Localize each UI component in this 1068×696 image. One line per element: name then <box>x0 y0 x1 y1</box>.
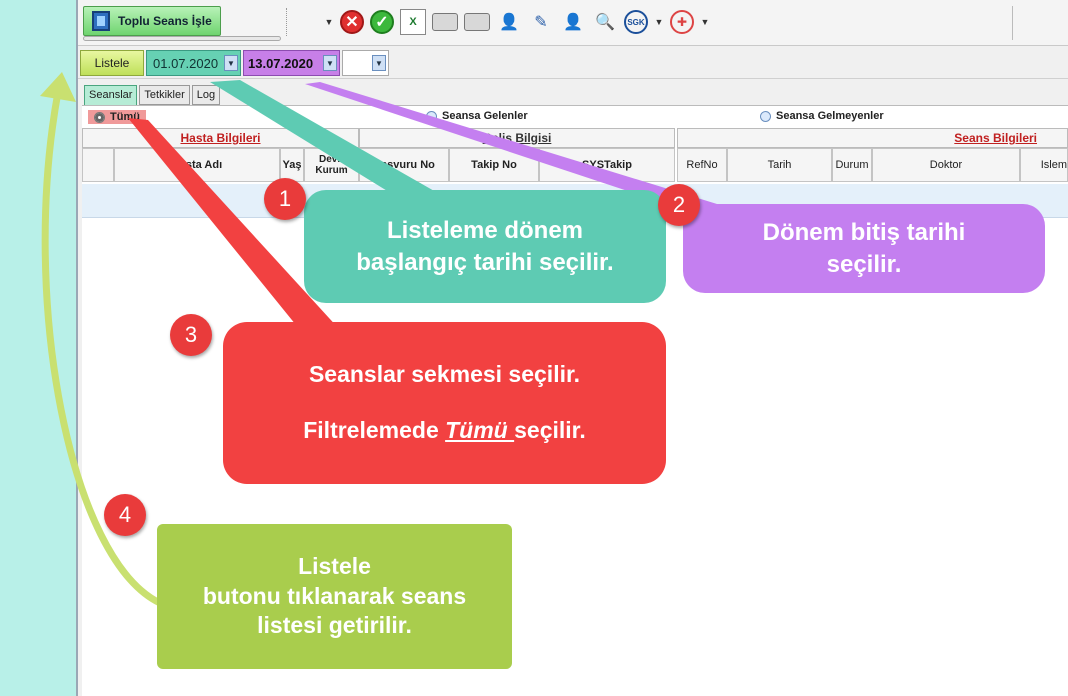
chevron-down-icon[interactable]: ▼ <box>224 55 238 71</box>
printer-icon-2[interactable] <box>464 13 490 31</box>
chevron-down-icon[interactable]: ▼ <box>372 55 386 71</box>
radio-gelenler-label: Seansa Gelenler <box>442 110 528 122</box>
chevron-down-icon[interactable]: ▼ <box>323 55 337 71</box>
col-hasta-adi[interactable]: Hasta Adı <box>114 148 280 182</box>
group-gelis: Geliş Bilgisi <box>359 128 675 148</box>
callout-end-date-line2: seçilir. <box>826 250 902 278</box>
callout-end-date-line1: Dönem bitiş tarihi <box>762 219 966 247</box>
toolbar-grip <box>286 8 287 36</box>
toolbar: Toplu Seans İşle ▼ ✕ ✓ X 👤 ✎ 👤 🔍 SGK ▼ ✚… <box>78 0 1068 46</box>
radio-gelenler[interactable]: Seansa Gelenler <box>426 110 528 122</box>
callout-start-date-text: Listeleme dönem başlangıç tarihi seçilir… <box>356 217 614 276</box>
printer-icon[interactable] <box>432 13 458 31</box>
col-systakip[interactable]: SYSTakip <box>539 148 675 182</box>
grid-header: Hasta Bilgileri Geliş Bilgisi Seans Bilg… <box>82 128 1068 184</box>
caret-down-icon[interactable]: ▼ <box>324 9 334 35</box>
callout-end-date: Dönem bitiş tarihi seçilir. <box>683 204 1045 293</box>
radio-gelmeyenler-label: Seansa Gelmeyenler <box>776 110 884 122</box>
col-islem[interactable]: Islem <box>1020 148 1068 182</box>
ministry-icon[interactable]: ✚ <box>670 10 694 34</box>
group-hasta: Hasta Bilgileri <box>82 128 359 148</box>
caret-down-icon-2[interactable]: ▼ <box>654 9 664 35</box>
excel-icon[interactable]: X <box>400 9 426 35</box>
group-seans: Seans Bilgileri <box>677 128 1068 148</box>
col-tarih[interactable]: Tarih <box>727 148 832 182</box>
caret-down-icon-3[interactable]: ▼ <box>700 9 710 35</box>
start-date-picker[interactable]: 01.07.2020 ▼ <box>146 50 241 76</box>
check-icon[interactable]: ✓ <box>370 10 394 34</box>
tab-seanslar[interactable]: Seanslar <box>84 85 138 106</box>
radio-tumu[interactable]: Tümü <box>88 110 146 124</box>
end-date-value: 13.07.2020 <box>248 56 314 71</box>
callout-listele-line3: listesi getirilir. <box>257 612 412 639</box>
radio-gelmeyenler[interactable]: Seansa Gelmeyenler <box>760 110 884 122</box>
start-date-value: 01.07.2020 <box>153 56 219 71</box>
tab-tetkikler[interactable]: Tetkikler <box>139 85 190 105</box>
callout-listele: Listele butonu tıklanarak seans listesi … <box>157 524 512 669</box>
user-search-icon[interactable]: 🔍 <box>592 9 618 35</box>
radio-dot <box>94 111 105 123</box>
col-takip-no[interactable]: Takip No <box>449 148 539 182</box>
tab-strip: Seanslar Tetkikler Log <box>84 85 221 106</box>
callout-seanslar-line1: Seanslar sekmesi seçilir. <box>308 361 581 388</box>
callout-listele-line1: Listele <box>298 552 371 579</box>
radio-tumu-label: Tümü <box>110 111 140 123</box>
toolbar-icons: ▼ ✕ ✓ X 👤 ✎ 👤 🔍 SGK ▼ ✚ ▼ <box>324 9 710 35</box>
callout-seanslar: Seanslar sekmesi seçilir. Filtrelemede T… <box>223 322 666 484</box>
col-doktor[interactable]: Doktor <box>872 148 1020 182</box>
radio-dot <box>426 110 437 122</box>
left-strip <box>0 0 76 696</box>
toplu-seans-button[interactable]: Toplu Seans İşle <box>83 6 221 36</box>
col-select[interactable] <box>82 148 114 182</box>
user-info-icon[interactable]: 👤 <box>496 9 522 35</box>
step-badge-2: 2 <box>658 184 700 226</box>
col-basvuru-no[interactable]: Başvuru No <box>359 148 449 182</box>
sgk-icon[interactable]: SGK <box>624 10 648 34</box>
callout-seanslar-post: seçilir. <box>514 417 586 443</box>
step-badge-3: 3 <box>170 314 212 356</box>
callout-start-date: Listeleme dönem başlangıç tarihi seçilir… <box>304 190 666 303</box>
toplu-progress <box>83 36 281 41</box>
col-devir-kurum[interactable]: Devir Kurum <box>304 148 359 182</box>
tab-log[interactable]: Log <box>191 85 221 105</box>
toplu-seans-label: Toplu Seans İşle <box>118 14 212 28</box>
step-badge-1: 1 <box>264 178 306 220</box>
col-durum[interactable]: Durum <box>832 148 872 182</box>
edit-icon[interactable]: ✎ <box>528 9 554 35</box>
col-refno[interactable]: RefNo <box>677 148 727 182</box>
callout-seanslar-pre: Filtrelemede <box>303 417 446 443</box>
filter-bar: Listele 01.07.2020 ▼ 13.07.2020 ▼ ▼ <box>78 47 1068 79</box>
callout-seanslar-line2: Filtrelemede Tümü seçilir. <box>303 416 586 446</box>
end-date-picker[interactable]: 13.07.2020 ▼ <box>243 50 340 76</box>
callout-listele-line2: butonu tıklanarak seans <box>202 582 467 609</box>
user-icon[interactable]: 👤 <box>560 9 586 35</box>
listele-button[interactable]: Listele <box>80 50 144 76</box>
step-badge-4: 4 <box>104 494 146 536</box>
close-icon[interactable]: ✕ <box>340 10 364 34</box>
radio-dot <box>760 110 771 122</box>
film-icon <box>92 11 110 31</box>
filter-radios: Tümü Seansa Gelenler Seansa Gelmeyenler <box>82 108 1068 128</box>
toolbar-separator <box>1012 6 1013 40</box>
col-yas[interactable]: Yaş <box>280 148 304 182</box>
extra-combo[interactable]: ▼ <box>342 50 389 76</box>
callout-seanslar-em: Tümü <box>445 417 515 443</box>
